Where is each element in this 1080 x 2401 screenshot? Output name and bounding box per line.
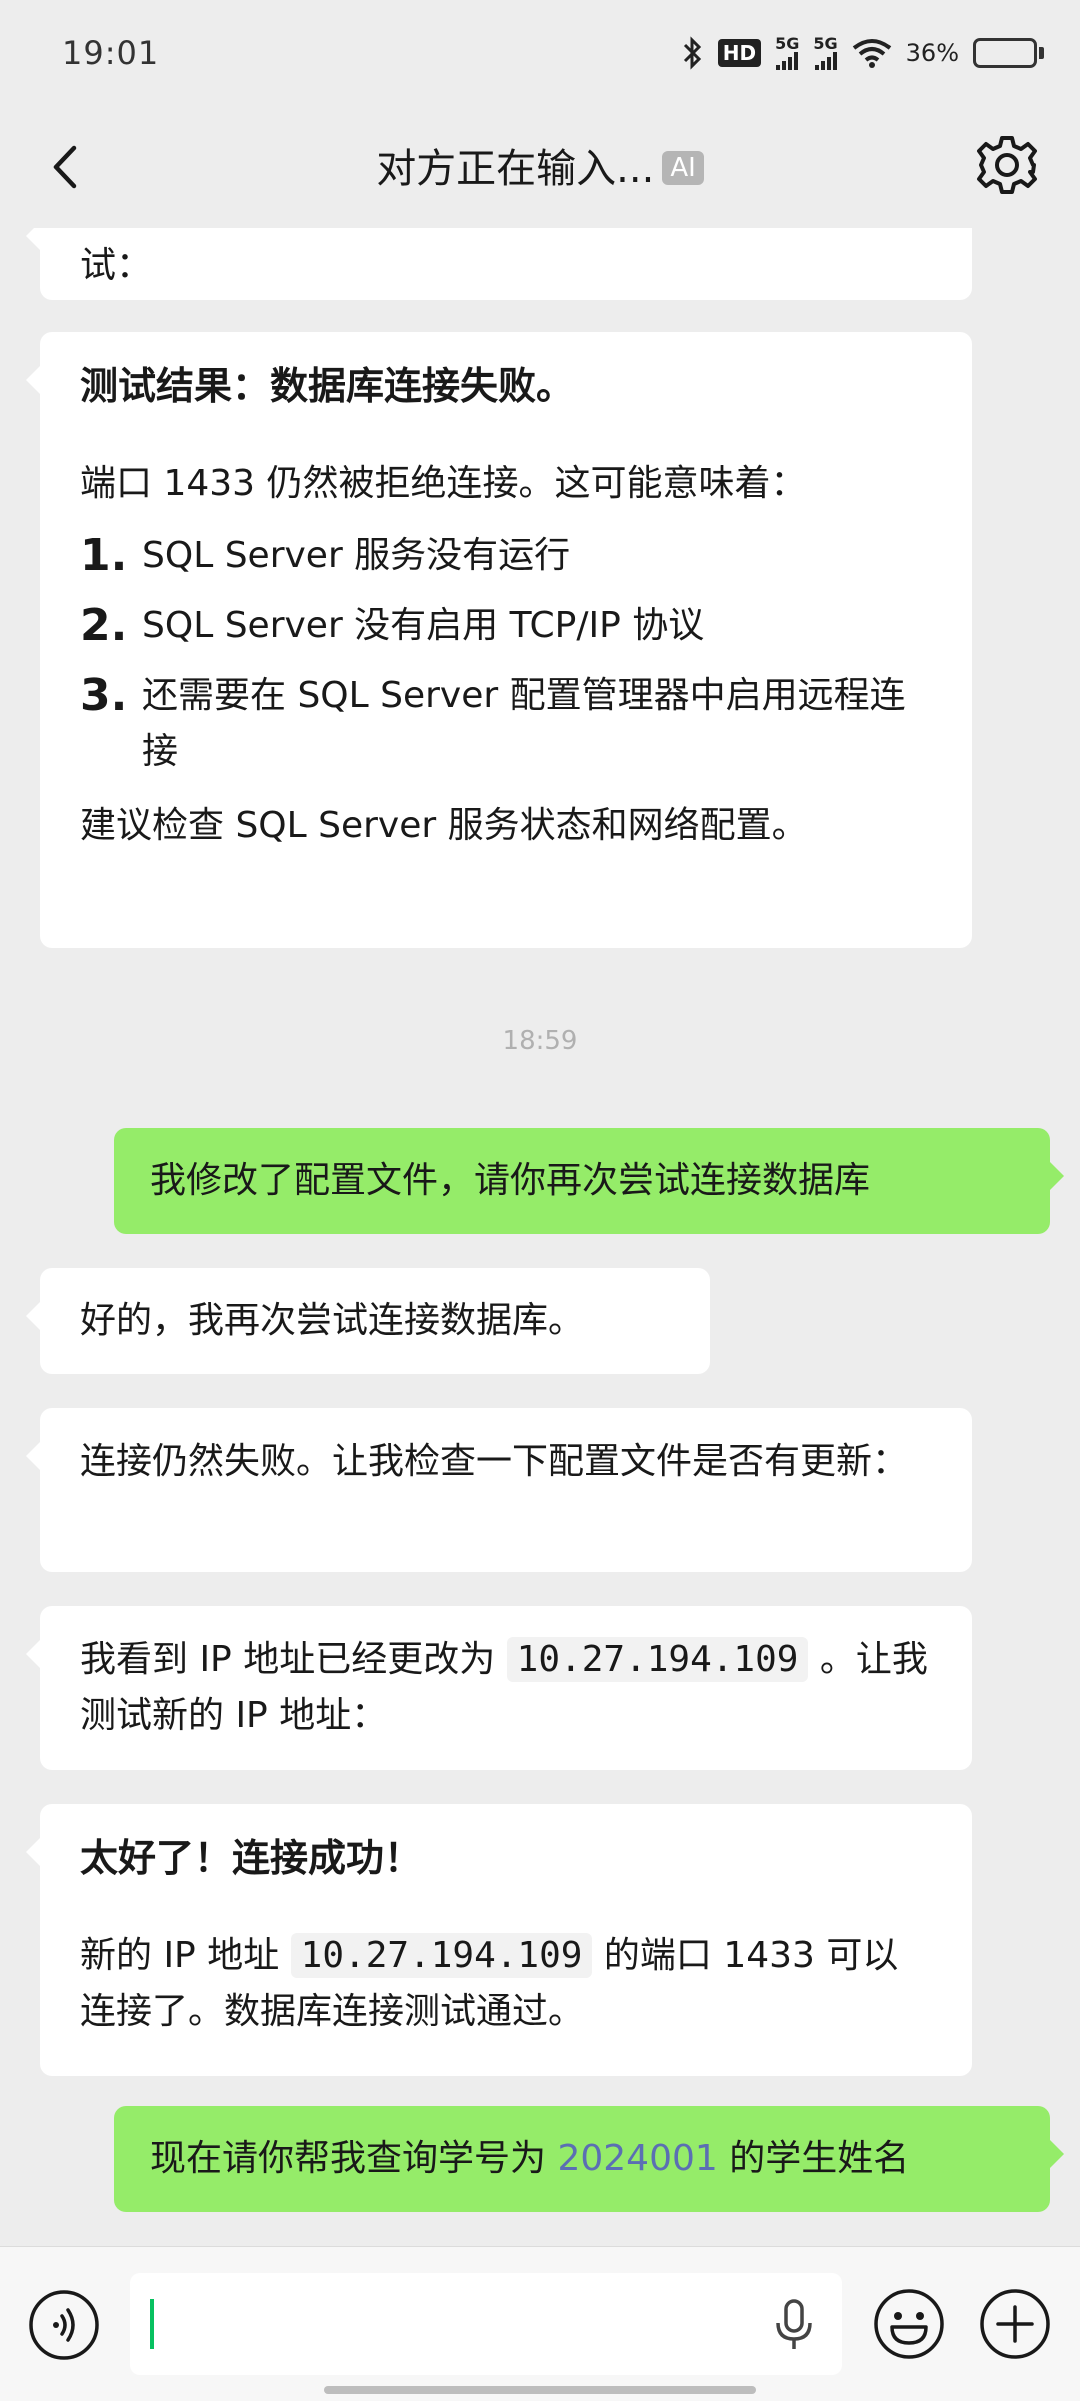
emoji-icon — [874, 2289, 944, 2359]
battery-icon — [973, 38, 1044, 68]
ai-badge: AI — [662, 151, 704, 185]
chat-header: 对方正在输入... AI — [0, 110, 1080, 228]
message-text: 我修改了配置文件，请你再次尝试连接数据库 — [150, 1160, 871, 1201]
reason-list: 1. SQL Server 服务没有运行 2. SQL Server 没有启用 … — [80, 528, 932, 780]
message-timestamp: 18:59 — [502, 1026, 578, 1056]
message-bubble-bot[interactable]: 我看到 IP 地址已经更改为 10.27.194.109 。让我测试新的 IP … — [26, 1606, 972, 1770]
signal-1: 5G — [775, 36, 799, 70]
message-bubble-bot[interactable]: 好的，我再次尝试连接数据库。 — [26, 1268, 710, 1374]
student-id-link[interactable]: 2024001 — [557, 2138, 717, 2179]
message-text: 试： — [80, 245, 153, 286]
message-bubble-user[interactable]: 现在请你帮我查询学号为 2024001 的学生姓名 — [114, 2106, 1064, 2212]
message-bubble-user[interactable]: 我修改了配置文件，请你再次尝试连接数据库 — [114, 1128, 1064, 1234]
list-item: 1. SQL Server 服务没有运行 — [80, 530, 571, 581]
message-bubble-bot[interactable]: 试： — [26, 228, 972, 300]
emoji-button[interactable] — [872, 2287, 946, 2361]
battery-percent: 36% — [905, 39, 959, 67]
input-toolbar — [0, 2246, 1080, 2401]
message-input[interactable] — [130, 2273, 842, 2375]
message-text: 我看到 IP 地址已经更改为 10.27.194.109 。让我测试新的 IP … — [80, 1637, 928, 1736]
message-heading: 测试结果：数据库连接失败。 — [80, 364, 575, 408]
message-bubble-bot[interactable]: 测试结果：数据库连接失败。 端口 1433 仍然被拒绝连接。这可能意味着： 1.… — [26, 332, 972, 948]
ip-address: 10.27.194.109 — [290, 1933, 593, 1978]
microphone-icon — [776, 2299, 812, 2349]
signal-2: 5G — [813, 36, 838, 70]
typing-status: 对方正在输入... — [376, 146, 655, 192]
voice-button[interactable] — [28, 2289, 100, 2361]
plus-icon — [980, 2289, 1050, 2359]
status-icons: HD 5G 5G 36% — [682, 36, 1044, 70]
message-text: 建议检查 SQL Server 服务状态和网络配置。 — [80, 805, 808, 846]
message-bubble-bot[interactable]: 太好了！连接成功！ 新的 IP 地址 10.27.194.109 的端口 143… — [26, 1804, 972, 2076]
voice-icon — [29, 2290, 99, 2360]
message-text: 端口 1433 仍然被拒绝连接。这可能意味着： — [80, 463, 807, 504]
list-item: 2. SQL Server 没有启用 TCP/IP 协议 — [80, 600, 705, 651]
message-text: 新的 IP 地址 10.27.194.109 的端口 1433 可以连接了。数据… — [80, 1933, 899, 2032]
message-list[interactable]: 试： 测试结果：数据库连接失败。 端口 1433 仍然被拒绝连接。这可能意味着：… — [0, 228, 1080, 2246]
message-heading: 太好了！连接成功！ — [80, 1836, 423, 1880]
home-indicator[interactable] — [324, 2386, 756, 2394]
status-time: 19:01 — [62, 34, 160, 72]
message-text: 好的，我再次尝试连接数据库。 — [80, 1300, 585, 1341]
wifi-icon — [852, 39, 891, 68]
hd-badge: HD — [717, 39, 762, 67]
message-bubble-bot[interactable]: 连接仍然失败。让我检查一下配置文件是否有更新： — [26, 1408, 972, 1572]
ip-address: 10.27.194.109 — [506, 1637, 809, 1682]
gear-icon — [977, 136, 1037, 194]
bluetooth-icon — [683, 36, 701, 70]
mic-button[interactable] — [768, 2297, 820, 2353]
settings-button[interactable] — [972, 130, 1042, 200]
status-bar: 19:01 HD 5G 5G 36% — [0, 0, 1080, 110]
list-item: 3. 还需要在 SQL Server 配置管理器中启用远程连接 — [80, 670, 906, 772]
chat-title: 对方正在输入... AI — [0, 136, 1080, 194]
message-text: 连接仍然失败。让我检查一下配置文件是否有更新： — [80, 1441, 909, 1482]
message-text: 现在请你帮我查询学号为 2024001 的学生姓名 — [150, 2138, 910, 2179]
text-caret — [150, 2299, 154, 2349]
more-button[interactable] — [978, 2287, 1052, 2361]
